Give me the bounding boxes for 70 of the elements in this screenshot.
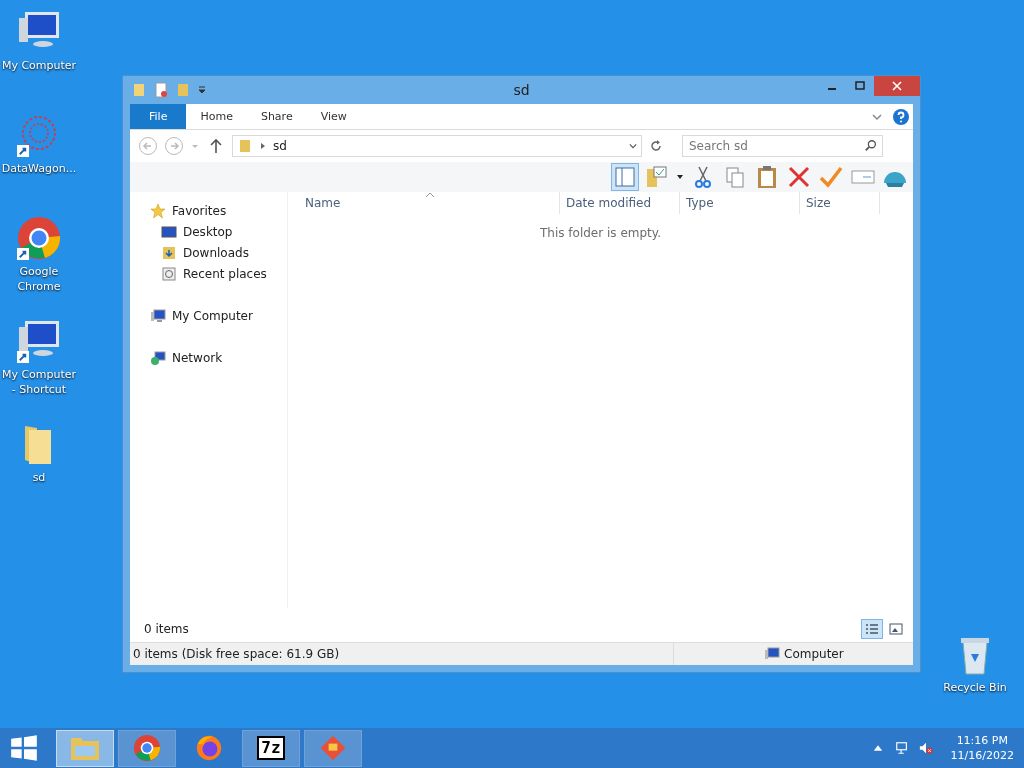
close-button[interactable] (874, 76, 920, 96)
details-list-icon (865, 623, 879, 635)
desktop-icon (161, 223, 177, 240)
icon-label: sd (32, 470, 46, 485)
nav-item[interactable]: Desktop (130, 221, 287, 242)
preview-pane-button[interactable] (611, 163, 639, 191)
nav-item[interactable]: Favorites (130, 200, 287, 221)
column-header[interactable]: Date modified (560, 192, 680, 214)
windows-start-button[interactable] (10, 734, 38, 762)
star-icon (150, 202, 166, 219)
nav-label[interactable]: Favorites (172, 203, 227, 218)
clock-time[interactable]: 11:16 PM (956, 733, 1008, 748)
nav-label[interactable]: Recent places (183, 266, 267, 281)
details-view-button[interactable] (861, 619, 883, 639)
search-field[interactable]: Search sd (682, 135, 883, 157)
ribbon-tab[interactable]: View (306, 104, 361, 129)
firefox-icon (194, 733, 224, 763)
icon-label: DataWagon... (1, 161, 77, 176)
nav-label[interactable]: Network (172, 350, 223, 365)
nav-label[interactable]: Downloads (183, 245, 249, 260)
nav-item[interactable]: My Computer (130, 305, 287, 326)
shortcut-arrow-icon (17, 145, 29, 157)
recent-places-icon (161, 265, 177, 282)
address-path[interactable]: sd (273, 139, 287, 153)
search-icon[interactable] (864, 139, 878, 153)
computer-icon (764, 646, 780, 662)
nav-label[interactable]: Desktop (183, 224, 233, 239)
taskbar-app-button[interactable]: 7z (242, 729, 300, 767)
computer-icon (150, 307, 166, 324)
nav-item[interactable]: Recent places (130, 263, 287, 284)
nav-item[interactable]: Downloads (130, 242, 287, 263)
empty-folder-message: This folder is empty. (539, 226, 662, 240)
icon-label: My Computer - Shortcut (0, 367, 78, 397)
column-header[interactable]: Name (299, 192, 560, 214)
nav-item[interactable]: Network (130, 347, 287, 368)
icon-label: Google Chrome (16, 264, 62, 294)
folder-icon (237, 138, 253, 154)
address-bar[interactable]: sd (232, 135, 642, 157)
ribbon-tab[interactable]: Share (246, 104, 307, 129)
status-location: Computer (784, 647, 844, 661)
taskbar-app-button[interactable] (118, 729, 176, 767)
help-icon[interactable] (893, 108, 909, 125)
image-icon (889, 623, 903, 635)
status-text: 0 items (Disk free space: 61.9 GB) (132, 647, 341, 661)
clock-date[interactable]: 11/16/2022 (950, 748, 1014, 763)
network-icon[interactable] (894, 741, 909, 755)
icon-label: My Computer (1, 58, 77, 73)
shortcut-arrow-icon (17, 248, 29, 260)
ribbon-tab[interactable]: Home (186, 104, 247, 129)
nav-label[interactable]: My Computer (172, 308, 253, 323)
taskbar-app-button[interactable] (56, 729, 114, 767)
properties-icon[interactable] (153, 82, 169, 98)
column-header[interactable]: Size (800, 192, 880, 214)
column-header[interactable]: Type (680, 192, 800, 214)
chrome-icon (132, 733, 162, 763)
chrome-icon (15, 214, 63, 262)
breadcrumb-arrow-icon[interactable] (259, 142, 267, 150)
icon-label: Recycle Bin (943, 680, 1007, 695)
taskbar-app-button[interactable] (304, 729, 362, 767)
muted-volume-icon[interactable] (918, 741, 933, 755)
refresh-button[interactable] (648, 138, 664, 154)
minimize-icon (828, 88, 836, 90)
item-count: 0 items (144, 622, 189, 636)
window-title: sd (512, 82, 531, 98)
network-icon (150, 349, 166, 366)
downloads-icon (161, 244, 177, 261)
shortcut-arrow-icon (17, 351, 29, 363)
maximize-icon (855, 81, 865, 91)
ribbon-tab[interactable]: File (130, 104, 187, 129)
close-icon (892, 81, 902, 91)
